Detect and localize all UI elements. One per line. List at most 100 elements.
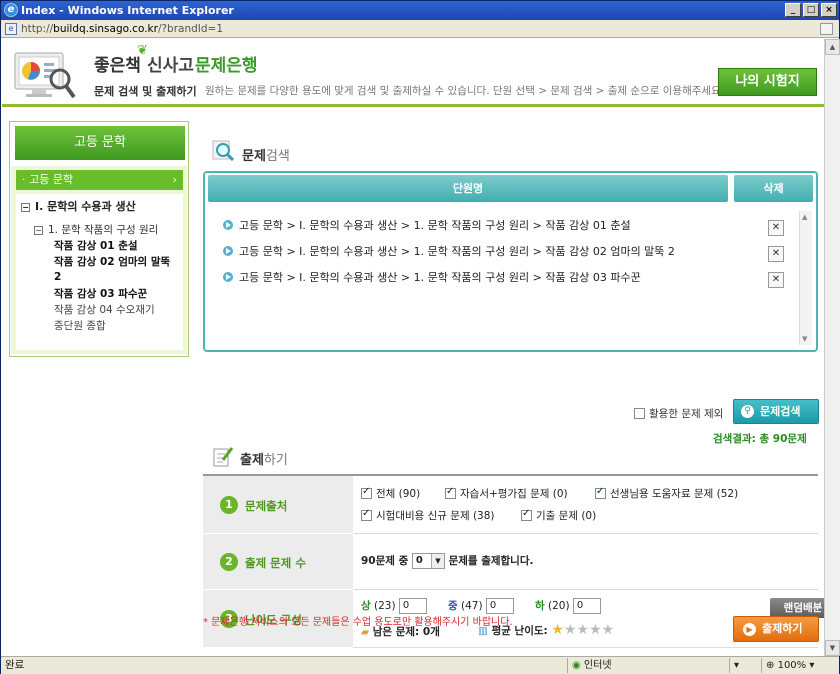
brand-name-3: 문제은행 <box>195 56 258 76</box>
table-scrollbar[interactable]: ▲ ▼ <box>799 211 812 345</box>
title-bold: 출제 <box>240 453 264 468</box>
source-option-textbook[interactable]: 자습서+평가집 문제 (0) <box>445 486 568 501</box>
zone-indicator: ◉ 인터넷 <box>567 658 727 673</box>
pencil-paper-icon <box>213 447 234 467</box>
usage-notice: * 문제은행 서비스의 모든 문제들은 수업 용도로만 활용해주시기 바랍니다. <box>203 617 513 628</box>
maximize-button[interactable]: □ <box>803 3 819 17</box>
page-icon: e <box>5 23 17 35</box>
difficulty-count: (20) <box>548 600 570 612</box>
status-bar: 완료 ◉ 인터넷 ▾ ⊕ 100% ▾ <box>1 656 839 674</box>
collapse-icon[interactable]: − <box>21 202 30 212</box>
page-subtitle: 문제 검색 및 출제하기 <box>94 85 197 98</box>
tree-leaf[interactable]: 작품 감상 04 수오재기 <box>54 303 155 318</box>
ie-logo-icon: e <box>4 3 18 17</box>
address-path: /?brandId=1 <box>157 23 224 35</box>
brand-name-1: 좋은책 <box>94 56 141 76</box>
search-unit-table: 단원명 삭제 고등 문학 > I. 문학의 수용과 생산 > 1. 문학 작품의… <box>203 171 818 352</box>
count-sentence: 90문제 중 0 ▼ 문제를 출제합니다. <box>361 553 534 569</box>
sidebar-item-selected[interactable]: · 고등 문학 › <box>16 170 183 190</box>
title-rest: 검색 <box>265 149 290 164</box>
checkbox[interactable] <box>361 486 372 499</box>
tree-node-level2[interactable]: −1. 문학 작품의 구성 원리 <box>34 222 158 237</box>
page-scrollbar[interactable]: ▲ ▼ <box>824 39 840 656</box>
chevron-down-icon: ▼ <box>430 554 444 568</box>
protected-mode-menu[interactable]: ▾ <box>729 658 759 673</box>
column-header-unit: 단원명 <box>208 175 728 202</box>
search-button[interactable]: ⚲ 문제검색 <box>733 399 819 424</box>
row-label-count: 2 출제 문제 수 <box>203 534 353 590</box>
checkbox[interactable] <box>445 486 456 499</box>
unit-tree: − I. 문학의 수용과 생산 −1. 문학 작품의 구성 원리 작품 감상 01… <box>16 194 183 350</box>
checkbox-label: 활용한 문제 제외 <box>649 408 724 420</box>
star-icon: ★ <box>601 622 615 638</box>
random-distribute-button[interactable]: 랜덤배분 <box>770 598 824 618</box>
zone-label: 인터넷 <box>583 660 612 671</box>
tree-leaf[interactable]: 중단원 종합 <box>54 319 106 334</box>
source-option-new[interactable]: 시험대비용 신규 문제 (38) <box>361 508 495 523</box>
my-test-button[interactable]: 나의 시험지 <box>718 68 817 96</box>
tree-leaf[interactable]: 작품 감상 02 엄마의 말뚝 2 <box>54 255 178 285</box>
sidebar-heading[interactable]: 고등 문학 <box>15 126 185 160</box>
scroll-up-icon[interactable]: ▲ <box>825 39 840 55</box>
delete-row-button[interactable]: ✕ <box>768 272 784 288</box>
zoom-icon: ⊕ <box>766 660 775 671</box>
generate-section-title: 출제하기 <box>240 449 288 468</box>
difficulty-high: 상 (23) 0 <box>361 598 427 614</box>
row-title: 문제출처 <box>245 499 288 513</box>
generate-button[interactable]: ▶ 출제하기 <box>733 616 819 642</box>
row-label: 고등 문학 > I. 문학의 수용과 생산 > 1. 문학 작품의 구성 원리 … <box>239 219 631 232</box>
sidebar-item-label: 고등 문학 <box>29 173 74 186</box>
star-icon: ★ <box>551 622 564 638</box>
button-label: 출제하기 <box>762 622 803 635</box>
brand-name-2: 신사고 <box>147 56 194 76</box>
tree-leaf[interactable]: 작품 감상 03 파수꾼 <box>54 287 147 302</box>
option-label: 선생님용 도움자료 문제 (52) <box>610 488 739 500</box>
tree-leaf[interactable]: 작품 감상 01 춘설 <box>54 239 138 254</box>
checkbox[interactable] <box>521 508 532 521</box>
sidebar: 고등 문학 · 고등 문학 › − I. 문학의 수용과 생산 −1. 문학 작품의… <box>9 121 189 357</box>
page-description: 원하는 문제를 다양한 용도에 맞게 검색 및 출제하실 수 있습니다. 단원 … <box>205 85 725 97</box>
star-icon: ★ <box>563 622 577 638</box>
count-row: 90문제 중 0 ▼ 문제를 출제합니다. <box>353 534 818 590</box>
column-header-delete: 삭제 <box>734 175 813 202</box>
checkbox[interactable] <box>361 508 372 521</box>
source-option-all[interactable]: 전체 (90) <box>361 486 420 501</box>
row-label: 고등 문학 > I. 문학의 수용과 생산 > 1. 문학 작품의 구성 원리 … <box>239 271 641 284</box>
minimize-button[interactable]: _ <box>785 3 801 17</box>
tree-node-level1[interactable]: − I. 문학의 수용과 생산 <box>21 198 136 214</box>
address-bar[interactable]: e http://buildq.sinsago.co.kr/?brandId=1 <box>1 20 839 38</box>
star-icon: ★ <box>576 622 590 638</box>
checkbox[interactable] <box>595 486 606 499</box>
difficulty-low: 하 (20) 0 <box>535 598 601 614</box>
address-host: buildq.sinsago.co.kr <box>53 23 158 35</box>
site-header: 좋은책 ❦ 신사고 문제은행 문제 검색 및 출제하기 원하는 문제를 다양한 … <box>2 39 824 107</box>
scroll-up-icon[interactable]: ▲ <box>802 213 807 221</box>
count-select[interactable]: 0 ▼ <box>411 553 445 569</box>
zoom-control[interactable]: ⊕ 100% ▾ <box>761 658 821 673</box>
source-option-past[interactable]: 기출 문제 (0) <box>521 508 596 523</box>
option-label: 자습서+평가집 문제 (0) <box>460 488 568 500</box>
delete-row-button[interactable]: ✕ <box>768 246 784 262</box>
scroll-down-icon[interactable]: ▼ <box>802 335 807 343</box>
play-bullet-icon <box>223 220 233 230</box>
table-row: 고등 문학 > I. 문학의 수용과 생산 > 1. 문학 작품의 구성 원리 … <box>223 217 631 235</box>
zoom-value: 100% <box>777 660 807 671</box>
high-input[interactable]: 0 <box>398 598 427 614</box>
row-label-source: 1 문제출처 <box>203 476 353 534</box>
select-value: 0 <box>415 555 423 566</box>
low-input[interactable]: 0 <box>572 598 601 614</box>
scroll-down-icon[interactable]: ▼ <box>825 640 840 656</box>
table-row: 고등 문학 > I. 문학의 수용과 생산 > 1. 문학 작품의 구성 원리 … <box>223 243 675 261</box>
close-button[interactable]: × <box>821 3 837 17</box>
option-label: 기출 문제 (0) <box>536 510 597 522</box>
exclude-used-checkbox[interactable]: 활용한 문제 제외 <box>634 406 723 421</box>
browser-window: e Index - Windows Internet Explorer _ □ … <box>0 0 840 674</box>
collapse-icon[interactable]: − <box>34 225 43 235</box>
globe-icon: ◉ <box>572 660 581 671</box>
mid-input[interactable]: 0 <box>485 598 514 614</box>
source-option-teacher[interactable]: 선생님용 도움자료 문제 (52) <box>595 486 738 501</box>
magnifier-icon: ⚲ <box>741 405 754 418</box>
option-label: 시험대비용 신규 문제 (38) <box>376 510 495 522</box>
checkbox[interactable] <box>634 408 645 419</box>
delete-row-button[interactable]: ✕ <box>768 220 784 236</box>
